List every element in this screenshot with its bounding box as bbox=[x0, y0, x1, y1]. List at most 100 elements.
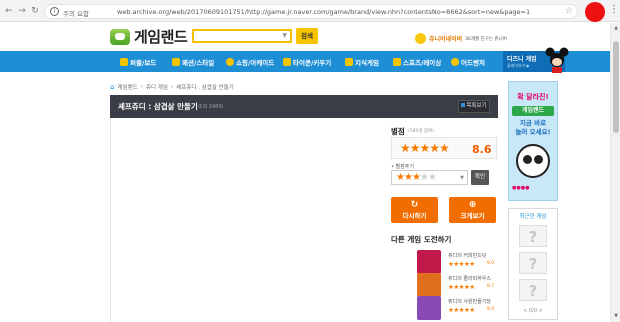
logo-text: 게임랜드 bbox=[134, 28, 188, 46]
scrollbar[interactable]: ▲ ▼ bbox=[610, 23, 620, 322]
gamepad-icon bbox=[110, 28, 130, 45]
nav-item-adventure[interactable]: 어드벤처 bbox=[451, 51, 485, 72]
disney-label: 디즈니 게임 bbox=[507, 56, 537, 63]
tycoon-icon bbox=[283, 57, 291, 66]
sports-flag-icon bbox=[393, 57, 401, 66]
game-thumbnail[interactable] bbox=[417, 250, 441, 274]
nav-item-shopping[interactable]: 쇼핑/아케이드 bbox=[226, 51, 274, 72]
reload-icon[interactable]: ↻ bbox=[30, 6, 40, 16]
puzzle-icon bbox=[120, 57, 128, 66]
game-score: 9.0 bbox=[487, 261, 495, 266]
game-title-bar: 셰프쥬디 : 삼겹살 만들기 조회 248회 목록보기 bbox=[110, 95, 498, 118]
nav-item-label: 어드벤처 bbox=[461, 58, 485, 67]
url-text[interactable]: web.archive.org/web/20170609101751/http:… bbox=[117, 8, 530, 16]
shopping-icon bbox=[226, 57, 234, 66]
restart-icon: ↻ bbox=[410, 200, 419, 210]
list-item[interactable]: 쥬디의 커피만드닷 ★★★★★ 9.0 bbox=[417, 250, 497, 274]
recent-game-slot[interactable]: ? bbox=[519, 252, 547, 274]
list-item[interactable]: 쥬디의 사원만들기당 ★★★★★ 8.9 bbox=[417, 296, 497, 320]
game-title: 셰프쥬디 : 삼겹살 만들기 bbox=[118, 102, 198, 111]
breadcrumb-item: 셰프쥬디 : 삼겹살 만들기 bbox=[176, 85, 234, 91]
game-name[interactable]: 쥬디의 커피만드닷 bbox=[448, 252, 486, 259]
list-button-label: 목록보기 bbox=[466, 103, 487, 109]
game-name[interactable]: 쥬디의 졸라피하우스 bbox=[448, 275, 491, 282]
game-stars: ★★★★★ bbox=[448, 283, 475, 291]
confirm-rating-button[interactable]: 확인 bbox=[471, 170, 489, 185]
address-bar[interactable]: i 주의 요함 web.archive.org/web/201706091017… bbox=[44, 4, 578, 19]
game-score: 8.9 bbox=[487, 307, 495, 312]
site-logo[interactable]: 게임랜드 bbox=[110, 26, 188, 47]
list-icon bbox=[461, 103, 466, 107]
nav-item-label: 지식게임 bbox=[355, 58, 379, 67]
record-indicator-icon bbox=[585, 2, 605, 22]
arrow-left-icon[interactable]: ← bbox=[4, 6, 14, 16]
nav-item-label: 퍼즐/보드 bbox=[130, 58, 157, 67]
breadcrumb-separator: › bbox=[170, 84, 174, 90]
list-item[interactable]: 쥬디의 졸라피하우스 ★★★★★ 8.7 bbox=[417, 273, 497, 297]
nav-item-label: 스포츠/레이싱 bbox=[403, 58, 442, 67]
rating-title: 별점 bbox=[391, 127, 405, 136]
browser-toolbar: ← → ↻ i 주의 요함 web.archive.org/web/201706… bbox=[0, 0, 620, 22]
recent-games-title: 최근한 게임 bbox=[519, 214, 547, 220]
ad-headline: 확 달라진! bbox=[517, 93, 549, 101]
game-thumbnail[interactable] bbox=[417, 296, 441, 320]
breadcrumb-separator: › bbox=[140, 84, 143, 90]
nav-item-sports[interactable]: 스포츠/레이싱 bbox=[393, 51, 441, 72]
breadcrumb: ⌂ 게임랜드 › 쥬디 게임 › 셰프쥬디 : 삼겹살 만들기 bbox=[110, 83, 234, 91]
my-rating-select[interactable]: ★★★★★ ▼ bbox=[391, 170, 468, 185]
other-games-title: 다른 게임 도전하기 bbox=[391, 235, 452, 244]
game-name[interactable]: 쥬디의 사원만들기당 bbox=[448, 298, 491, 305]
info-icon[interactable]: i bbox=[50, 7, 59, 16]
rating-stars: ★★★★★ bbox=[400, 141, 450, 155]
chevron-down-icon: ▼ bbox=[460, 175, 464, 181]
nav-item-knowledge[interactable]: 지식게임 bbox=[345, 51, 379, 72]
recent-game-slot[interactable]: ? bbox=[519, 279, 547, 301]
ad-banner[interactable]: 확 달라진! 게임랜드 지금 바로 놀러 오세요! ●●●● bbox=[508, 81, 558, 201]
adventure-icon bbox=[451, 57, 459, 66]
search-button[interactable]: 검색 bbox=[296, 28, 318, 44]
nav-item-tycoon[interactable]: 타이쿤/키우기 bbox=[283, 51, 331, 72]
bookmark-star-icon[interactable]: ☆ bbox=[565, 6, 573, 16]
ad-dots: ●●●● bbox=[512, 185, 530, 191]
game-play-count: 조회 248회 bbox=[198, 104, 223, 110]
recent-game-slot[interactable]: ? bbox=[519, 225, 547, 247]
rating-count: (580명 참여) bbox=[408, 129, 434, 134]
restart-button[interactable]: ↻ 다시하기 bbox=[391, 197, 438, 223]
nav-item-label: 타이쿤/키우기 bbox=[293, 58, 332, 67]
panda-icon bbox=[516, 144, 550, 178]
nav-item-puzzle[interactable]: 퍼즐/보드 bbox=[120, 51, 156, 72]
chevron-down-icon[interactable]: ▼ bbox=[282, 32, 287, 39]
game-canvas[interactable] bbox=[110, 118, 385, 322]
menu-kebab-icon[interactable]: ⋮ bbox=[609, 4, 619, 15]
my-rating-stars: ★★★★★ bbox=[396, 172, 437, 183]
jr-character-icon bbox=[415, 33, 426, 44]
jr-promo-label: 쥬니어네이버 bbox=[429, 36, 463, 43]
scroll-thumb[interactable] bbox=[613, 41, 619, 133]
game-thumbnail[interactable] bbox=[417, 273, 441, 297]
game-score: 8.7 bbox=[487, 284, 495, 289]
fullscreen-label: 크게보기 bbox=[460, 212, 485, 220]
fullscreen-button[interactable]: ⊕ 크게보기 bbox=[449, 197, 496, 223]
arrow-right-icon[interactable]: → bbox=[17, 6, 27, 16]
hanger-icon bbox=[172, 57, 180, 66]
game-stars: ★★★★★ bbox=[448, 260, 475, 268]
insecure-label: 주의 요함 bbox=[63, 10, 89, 18]
game-stars: ★★★★★ bbox=[448, 306, 475, 314]
rating-summary: ★★★★★ 8.6 bbox=[391, 137, 497, 159]
ad-logo: 게임랜드 bbox=[512, 106, 554, 116]
search-input[interactable]: ▼ bbox=[192, 29, 292, 43]
recent-games-panel: 최근한 게임 ? ? ? < 0/0 > bbox=[508, 208, 558, 320]
home-icon[interactable]: ⌂ bbox=[110, 83, 114, 91]
scroll-down-icon[interactable]: ▼ bbox=[612, 313, 620, 319]
mickey-icon bbox=[545, 47, 569, 73]
scroll-up-icon[interactable]: ▲ bbox=[612, 25, 620, 31]
jr-naver-promo[interactable]: 쥬니어네이버 36개월 친구는 쥬니버 bbox=[415, 33, 507, 44]
breadcrumb-item[interactable]: 쥬디 게임 bbox=[146, 83, 168, 91]
nav-item-fashion[interactable]: 패션/스타일 bbox=[172, 51, 214, 72]
nav-item-label: 쇼핑/아케이드 bbox=[236, 58, 275, 67]
my-rating-label: • 별점주기 bbox=[391, 164, 414, 170]
recent-pager[interactable]: < 0/0 > bbox=[509, 308, 557, 314]
breadcrumb-item[interactable]: 게임랜드 bbox=[117, 83, 137, 91]
rating-score: 8.6 bbox=[472, 143, 492, 156]
list-button[interactable]: 목록보기 bbox=[458, 100, 490, 113]
